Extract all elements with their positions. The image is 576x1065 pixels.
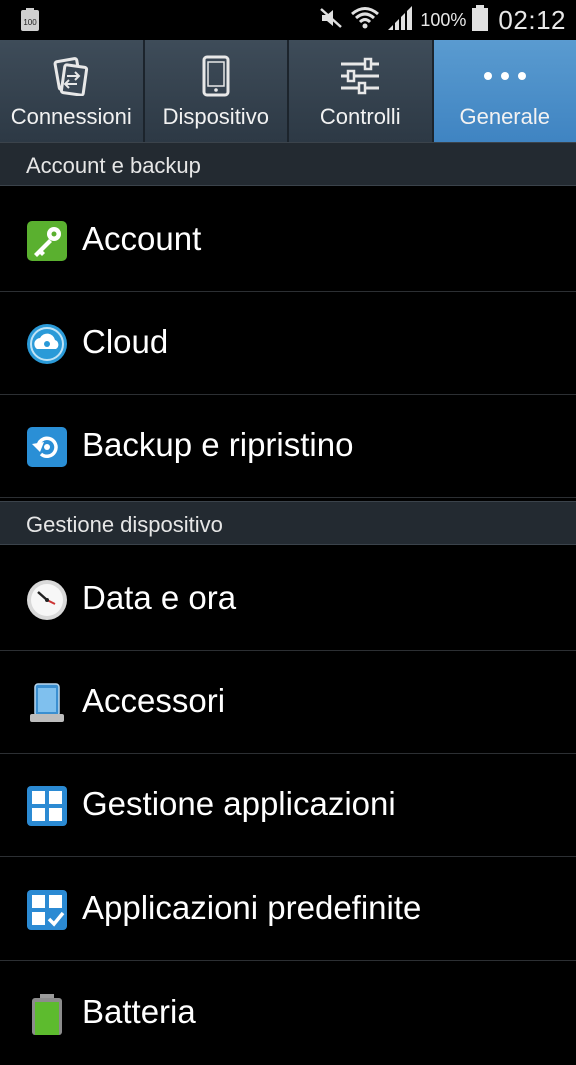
- item-label: Account: [82, 220, 201, 258]
- clock-icon: [26, 579, 68, 621]
- wifi-icon: [350, 5, 380, 36]
- signal-icon: [386, 5, 414, 36]
- tab-label: Generale: [459, 104, 550, 130]
- list-item-account[interactable]: Account: [0, 189, 576, 292]
- app-manager-icon: [26, 785, 68, 827]
- section-title: Account e backup: [26, 153, 201, 179]
- list-item-gestione-applicazioni[interactable]: Gestione applicazioni: [0, 754, 576, 857]
- item-label: Batteria: [82, 993, 196, 1031]
- settings-tabs: Connessioni Dispositivo Controlli: [0, 40, 576, 142]
- list-item-batteria[interactable]: Batteria: [0, 962, 576, 1065]
- battery-percent: 100%: [420, 10, 466, 31]
- default-apps-icon: [26, 889, 68, 931]
- section-header: Account e backup: [0, 142, 576, 186]
- list-item-data-ora[interactable]: Data e ora: [0, 548, 576, 651]
- key-icon: [26, 220, 68, 262]
- item-label: Backup e ripristino: [82, 426, 353, 464]
- item-label: Cloud: [82, 323, 168, 361]
- cloud-icon: [26, 323, 68, 365]
- device-icon: [202, 54, 230, 98]
- tab-label: Dispositivo: [163, 104, 269, 130]
- more-dots-icon: [482, 54, 528, 98]
- item-label: Data e ora: [82, 579, 236, 617]
- list-item-applicazioni-predefinite[interactable]: Applicazioni predefinite: [0, 858, 576, 961]
- item-label: Accessori: [82, 682, 225, 720]
- tab-generale[interactable]: Generale: [434, 40, 576, 142]
- section-title: Gestione dispositivo: [26, 512, 223, 538]
- item-label: Applicazioni predefinite: [82, 889, 421, 927]
- tab-controlli[interactable]: Controlli: [289, 40, 434, 142]
- list-item-backup[interactable]: Backup e ripristino: [0, 395, 576, 498]
- tab-label: Connessioni: [11, 104, 132, 130]
- mute-icon: [318, 6, 344, 35]
- tab-label: Controlli: [320, 104, 401, 130]
- battery-notification-icon: 100: [20, 8, 40, 32]
- svg-text:100: 100: [23, 18, 37, 27]
- battery-icon: [472, 5, 488, 36]
- list-item-accessori[interactable]: Accessori: [0, 651, 576, 754]
- accessories-icon: [26, 682, 68, 724]
- list-item-cloud[interactable]: Cloud: [0, 292, 576, 395]
- item-label: Gestione applicazioni: [82, 785, 396, 823]
- section-header: Gestione dispositivo: [0, 501, 576, 545]
- status-bar: 100 100%: [0, 0, 576, 40]
- battery-icon: [26, 993, 68, 1035]
- connections-icon: [51, 54, 91, 98]
- backup-restore-icon: [26, 426, 68, 468]
- clock-time: 02:12: [498, 5, 566, 36]
- tab-connessioni[interactable]: Connessioni: [0, 40, 145, 142]
- tab-dispositivo[interactable]: Dispositivo: [145, 40, 290, 142]
- sliders-icon: [339, 54, 381, 98]
